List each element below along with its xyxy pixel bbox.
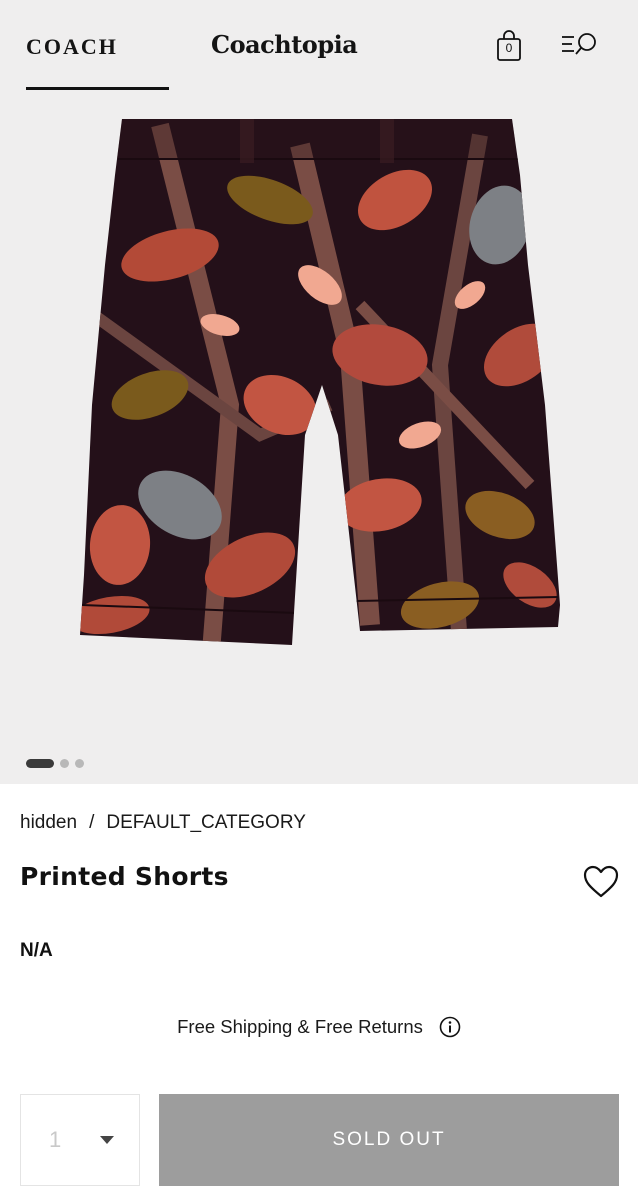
- bag-count: 0: [505, 41, 513, 55]
- shipping-text: Free Shipping & Free Returns: [177, 1016, 423, 1037]
- breadcrumb-item-default-category[interactable]: DEFAULT_CATEGORY: [106, 812, 306, 834]
- sold-out-button[interactable]: SOLD OUT: [159, 1094, 619, 1186]
- carousel-dot[interactable]: [26, 758, 54, 768]
- carousel-dot[interactable]: [75, 758, 84, 768]
- product-hero: COACH Coachtopia 0: [0, 0, 638, 784]
- shopping-bag-icon[interactable]: 0: [495, 30, 523, 62]
- carousel-dot[interactable]: [60, 758, 69, 768]
- quantity-select[interactable]: 1: [20, 1094, 140, 1186]
- coach-logo[interactable]: COACH: [26, 34, 118, 60]
- product-price: N/A: [20, 940, 53, 961]
- menu-search-icon[interactable]: [560, 32, 600, 60]
- info-icon[interactable]: [439, 1016, 461, 1038]
- quantity-value: 1: [49, 1127, 62, 1152]
- coachtopia-logo[interactable]: Coachtopia: [211, 30, 358, 59]
- breadcrumb: hidden / DEFAULT_CATEGORY: [20, 812, 306, 834]
- product-title: Printed Shorts: [20, 862, 229, 891]
- shipping-info: Free Shipping & Free Returns: [0, 1016, 638, 1038]
- wishlist-heart-icon[interactable]: [582, 864, 620, 900]
- product-image-printed-shorts[interactable]: [60, 105, 580, 685]
- breadcrumb-separator: /: [89, 812, 95, 833]
- site-header: COACH Coachtopia 0: [0, 0, 638, 96]
- chevron-down-icon: [100, 1136, 114, 1144]
- breadcrumb-item-hidden[interactable]: hidden: [20, 812, 77, 834]
- active-brand-underline: [26, 87, 169, 90]
- carousel-dots: [26, 758, 84, 768]
